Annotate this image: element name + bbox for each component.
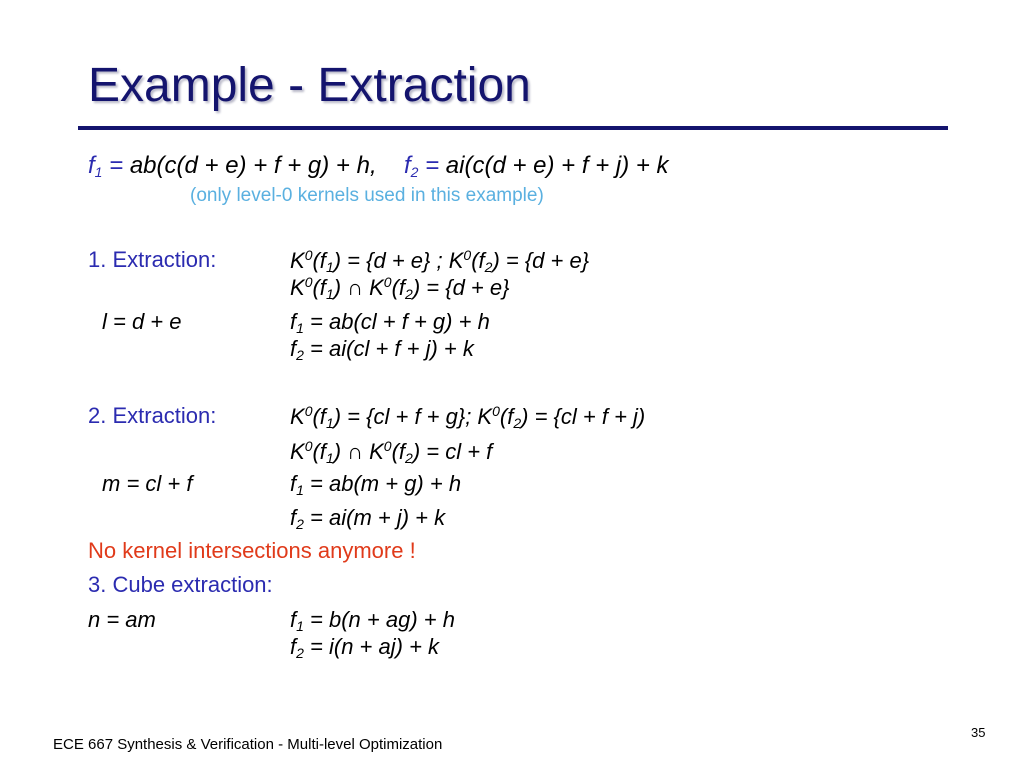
f1-label: f1 = — [88, 152, 130, 180]
step3-label: 3. Cube extraction: — [88, 572, 273, 597]
step1-label: 1. Extraction: — [88, 247, 217, 272]
step3-definition: n = am — [88, 607, 156, 632]
title-underline — [78, 126, 948, 130]
step1-intersection: K0(f1) ∩ K0(f2) = {d + e} — [290, 274, 510, 302]
footer-text: ECE 667 Synthesis & Verification - Multi… — [53, 736, 443, 753]
step2-intersection: K0(f1) ∩ K0(f2) = cl + f — [290, 438, 493, 466]
f1-expression: ab(c(d + e) + f + g) + h, — [129, 152, 377, 179]
step2-kernels: K0(f1) = {cl + f + g}; K0(f2) = {cl + f … — [290, 403, 646, 431]
step2-label: 2. Extraction: — [88, 403, 217, 428]
kernel-note: (only level-0 kernels used in this examp… — [190, 185, 544, 206]
step2-f2: f2 = ai(m + j) + k — [290, 505, 446, 532]
step1-f2: f2 = ai(cl + f + j) + k — [290, 336, 474, 363]
step1-kernels: K0(f1) = {d + e} ; K0(f2) = {d + e} — [290, 247, 590, 275]
step2-f1: f1 = ab(m + g) + h — [290, 471, 462, 498]
step1-definition: l = d + e — [102, 309, 182, 334]
step3-f2: f2 = i(n + aj) + k — [290, 634, 440, 661]
page-number: 35 — [971, 725, 986, 740]
step3-f1: f1 = b(n + ag) + h — [290, 607, 455, 634]
f2-label: f2 = — [403, 152, 446, 180]
step2-definition: m = cl + f — [102, 471, 193, 496]
no-intersections-note: No kernel intersections anymore ! — [88, 538, 416, 563]
slide-title: Example - Extraction — [88, 59, 531, 112]
intro-equations: f1 = ab(c(d + e) + f + g) + h, f2 = ai(c… — [88, 152, 669, 180]
f2-expression: ai(c(d + e) + f + j) + k — [445, 152, 669, 179]
step1-f1: f1 = ab(cl + f + g) + h — [290, 309, 490, 336]
